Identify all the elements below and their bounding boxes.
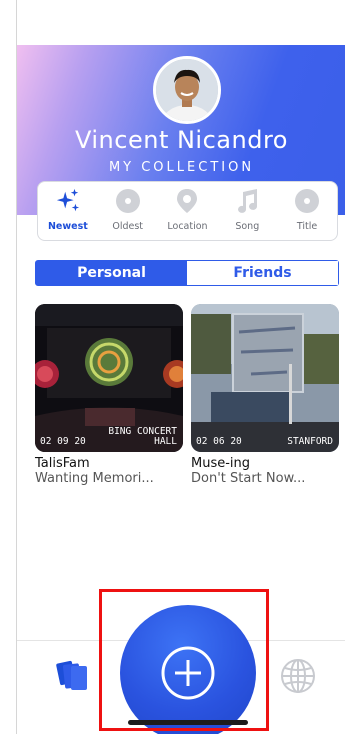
memory-thumbnail: 02 09 20 BING CONCERT HALL [35,304,183,452]
memory-card[interactable]: 02 09 20 BING CONCERT HALL TalisFam Want… [35,304,183,486]
sort-newest-button[interactable]: Newest [40,188,96,232]
explore-tab-button[interactable] [279,657,317,699]
stacked-cards-icon [56,660,87,690]
tab-friends[interactable]: Friends [187,261,338,285]
highlight-box [99,589,269,731]
sort-song-button[interactable]: Song [219,188,275,232]
sort-location-label: Location [167,221,208,232]
memory-title: TalisFam [35,456,90,471]
sort-title-button[interactable]: Title [279,188,335,232]
sort-oldest-label: Oldest [112,221,144,232]
memory-location: STANFORD [287,437,333,447]
sort-newest-label: Newest [47,221,88,232]
collection-tab-button[interactable] [55,659,91,695]
disc-icon [294,188,320,214]
memory-thumbnail: 02 06 20 STANFORD [191,304,339,452]
memory-song: Don't Start Now... [191,471,306,486]
memory-location: BING CONCERT HALL [108,427,177,447]
avatar[interactable] [153,56,221,124]
tab-personal[interactable]: Personal [36,261,187,285]
music-note-icon [234,188,260,214]
sort-oldest-button[interactable]: Oldest [100,188,156,232]
collection-subtitle: MY COLLECTION [108,160,255,175]
disc-icon [115,188,141,214]
profile-name: Vincent Nicandro [75,126,288,154]
sort-options-bar: Newest Oldest Location Song Title [37,181,338,241]
memory-song: Wanting Memori... [35,471,154,486]
memory-date: 02 06 20 [196,436,242,447]
sort-song-label: Song [235,221,260,232]
collection-segment-control: Personal Friends [35,260,339,286]
memory-date: 02 09 20 [40,436,86,447]
memory-location-line2: HALL [154,436,177,447]
sort-title-label: Title [296,221,318,232]
location-pin-icon [174,188,200,214]
memory-card[interactable]: 02 06 20 STANFORD Muse-ing Don't Start N… [191,304,339,486]
globe-icon [281,659,315,693]
sort-location-button[interactable]: Location [159,188,215,232]
memory-location-line1: STANFORD [287,436,333,447]
sparkles-icon [55,188,81,214]
memory-title: Muse-ing [191,456,251,471]
